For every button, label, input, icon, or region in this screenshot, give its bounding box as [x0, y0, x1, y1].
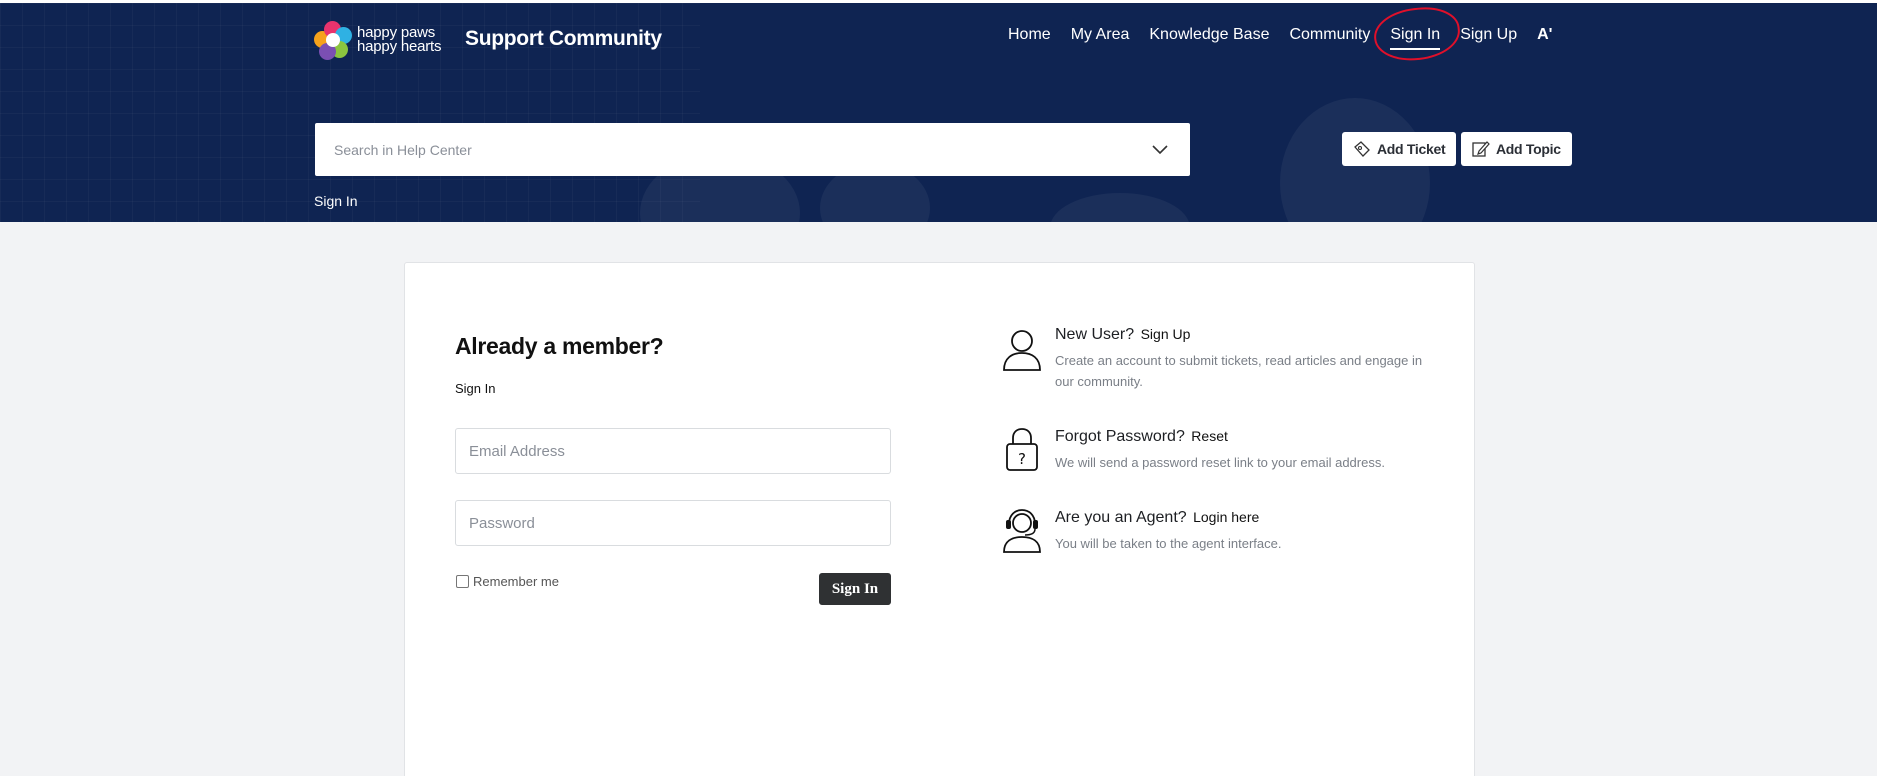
font-size-icon[interactable]: A'	[1537, 26, 1552, 44]
add-ticket-label: Add Ticket	[1377, 141, 1446, 157]
password-input[interactable]	[456, 501, 890, 545]
add-topic-label: Add Topic	[1496, 141, 1561, 157]
sign-up-link[interactable]: Sign Up	[1141, 326, 1191, 342]
add-topic-button[interactable]: Add Topic	[1461, 132, 1572, 166]
forgot-password-title: Forgot Password? Reset	[1055, 428, 1228, 446]
agent-section: Are you an Agent? Login here You will be…	[1001, 509, 1421, 559]
logo-line-2: happy hearts	[357, 38, 442, 55]
login-card: Already a member? Sign In Remember me Si…	[404, 262, 1475, 776]
agent-text: Are you an Agent?	[1055, 509, 1187, 526]
header-banner: happy paws happy hearts Support Communit…	[0, 0, 1877, 222]
sign-in-button[interactable]: Sign In	[819, 573, 891, 605]
forgot-password-description: We will send a password reset link to yo…	[1055, 455, 1385, 470]
red-annotation-circle	[1371, 3, 1463, 65]
login-subheading: Sign In	[455, 381, 496, 396]
login-heading: Already a member?	[455, 333, 664, 359]
brand-logo[interactable]: happy paws happy hearts	[314, 21, 442, 60]
nav-community[interactable]: Community	[1289, 26, 1370, 44]
forgot-password-text: Forgot Password?	[1055, 428, 1185, 445]
search-input[interactable]	[315, 123, 1130, 176]
search-bar	[315, 123, 1190, 176]
logo-wordmark: happy paws happy hearts	[357, 25, 442, 55]
nav-sign-in[interactable]: Sign In	[1371, 3, 1463, 65]
remember-me-checkbox[interactable]	[456, 575, 469, 588]
headset-agent-icon	[1003, 509, 1041, 553]
forgot-password-section: ? Forgot Password? Reset We will send a …	[1001, 428, 1421, 478]
add-ticket-button[interactable]: Add Ticket	[1342, 132, 1457, 166]
remember-me-label: Remember me	[473, 574, 559, 589]
new-user-title: New User? Sign Up	[1055, 326, 1190, 344]
nav-my-area[interactable]: My Area	[1071, 26, 1130, 44]
new-user-text: New User?	[1055, 326, 1135, 343]
nav-home[interactable]: Home	[1008, 26, 1051, 44]
email-field	[455, 428, 891, 474]
reset-link[interactable]: Reset	[1191, 428, 1228, 444]
agent-login-link[interactable]: Login here	[1193, 509, 1259, 525]
email-input[interactable]	[456, 429, 890, 473]
breadcrumb: Sign In	[314, 193, 358, 209]
agent-title: Are you an Agent? Login here	[1055, 509, 1259, 527]
password-field	[455, 500, 891, 546]
background-figure	[1050, 193, 1190, 222]
nav-sign-up[interactable]: Sign Up	[1460, 26, 1517, 44]
edit-icon	[1472, 141, 1490, 157]
nav-knowledge-base[interactable]: Knowledge Base	[1149, 26, 1269, 44]
top-nav: Home My Area Knowledge Base Community Si…	[1008, 3, 1552, 65]
lock-icon: ?	[1006, 428, 1038, 471]
remember-me: Remember me	[456, 574, 559, 589]
new-user-description: Create an account to submit tickets, rea…	[1055, 353, 1423, 389]
chevron-down-icon[interactable]	[1130, 123, 1190, 176]
site-title[interactable]: Support Community	[465, 27, 662, 51]
ticket-icon	[1354, 141, 1370, 157]
agent-description: You will be taken to the agent interface…	[1055, 536, 1282, 551]
paw-logo-icon	[314, 21, 352, 60]
svg-text:?: ?	[1018, 450, 1026, 468]
new-user-section: New User? Sign Up Create an account to s…	[1001, 326, 1422, 396]
user-icon	[1003, 330, 1041, 371]
